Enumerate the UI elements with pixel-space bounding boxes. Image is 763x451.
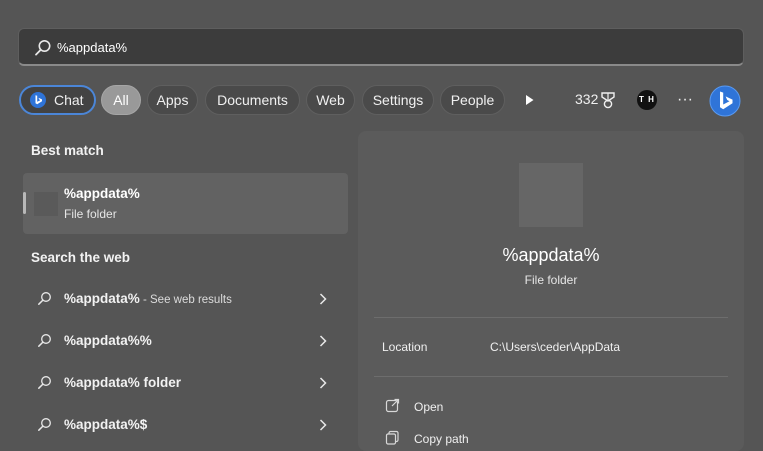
web-query: %appdata%: [64, 375, 140, 390]
bing-icon: [30, 92, 46, 108]
rewards-points[interactable]: 332: [575, 91, 598, 107]
tab-apps[interactable]: Apps: [147, 85, 198, 115]
tab-documents[interactable]: Documents: [205, 85, 300, 115]
bing-button-icon[interactable]: [709, 85, 741, 117]
web-result-row[interactable]: %appdata% folder: [23, 365, 348, 401]
search-input[interactable]: [57, 35, 707, 59]
web-query: %appdata%%: [64, 333, 152, 348]
web-query: %appdata%: [64, 291, 140, 306]
magnifier-icon: [38, 418, 51, 431]
preview-pane: %appdata% File folder Location C:\Users\…: [358, 131, 744, 451]
best-match-name: %appdata%: [64, 186, 140, 201]
copy-path-icon[interactable]: [385, 430, 400, 445]
location-label: Location: [382, 340, 428, 354]
play-icon[interactable]: [522, 93, 536, 107]
selection-indicator: [23, 192, 26, 214]
magnifier-icon: [38, 334, 51, 347]
chevron-right-icon: [319, 377, 327, 389]
search-box[interactable]: [18, 28, 744, 66]
tab-settings[interactable]: Settings: [362, 85, 434, 115]
location-value[interactable]: C:\Users\ceder\AppData: [490, 340, 620, 354]
filter-bar: Chat All Apps Documents Web Settings Peo…: [19, 84, 745, 118]
tab-web[interactable]: Web: [306, 85, 355, 115]
more-icon[interactable]: ···: [676, 90, 694, 110]
medal-icon[interactable]: [600, 92, 616, 109]
open-external-icon[interactable]: [385, 398, 400, 413]
best-match-type: File folder: [64, 207, 117, 221]
divider: [374, 317, 728, 318]
chevron-right-icon: [319, 419, 327, 431]
chat-button[interactable]: Chat: [19, 85, 96, 115]
preview-name: %appdata%: [502, 245, 600, 265]
search-icon: [35, 40, 51, 56]
chevron-right-icon: [319, 335, 327, 347]
divider: [374, 376, 728, 377]
folder-icon: [34, 192, 58, 216]
tab-people[interactable]: People: [440, 85, 505, 115]
web-query-suffix: - See web results: [139, 294, 232, 306]
folder-preview-icon: [519, 163, 583, 227]
web-result-row[interactable]: %appdata%$: [23, 407, 348, 443]
magnifier-icon: [38, 292, 51, 305]
preview-type: File folder: [524, 273, 578, 287]
web-query-suggestion: folder: [143, 375, 182, 390]
web-result-row[interactable]: %appdata% - See web results: [23, 281, 348, 317]
web-result-row[interactable]: %appdata%%: [23, 323, 348, 359]
chevron-right-icon: [319, 293, 327, 305]
avatar[interactable]: T H: [637, 90, 657, 110]
tab-all[interactable]: All: [101, 85, 141, 115]
chat-label: Chat: [54, 92, 84, 108]
copy-path-action[interactable]: Copy path: [414, 432, 469, 446]
web-query: %appdata%$: [64, 417, 148, 432]
magnifier-icon: [38, 376, 51, 389]
search-web-heading: Search the web: [31, 250, 131, 265]
open-action[interactable]: Open: [414, 400, 443, 414]
best-match-heading: Best match: [31, 143, 104, 158]
best-match-result[interactable]: %appdata% File folder: [23, 173, 348, 234]
